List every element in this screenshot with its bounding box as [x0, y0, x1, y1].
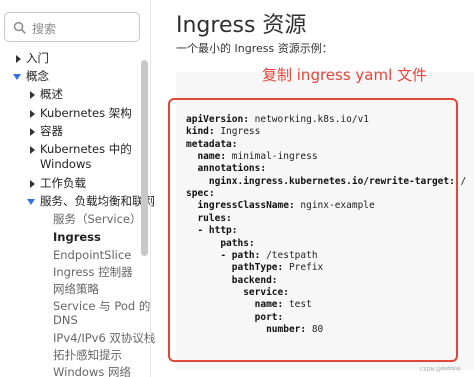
- code-line: nginx.ingress.kubernetes.io/rewrite-targ…: [186, 176, 466, 188]
- code-line: apiVersion: networking.k8s.io/v1: [186, 114, 369, 126]
- yaml-key: metadata:: [186, 138, 238, 150]
- yaml-value: Ingress: [214, 126, 261, 138]
- chevron-down-icon[interactable]: [27, 198, 35, 206]
- yaml-value: Prefix: [283, 262, 324, 274]
- yaml-value: /testpath: [260, 249, 318, 261]
- sidebar-item-dns-line2[interactable]: DNS: [53, 313, 78, 328]
- sidebar-item-containers[interactable]: 容器: [40, 124, 63, 139]
- yaml-key: paths:: [186, 237, 255, 249]
- code-line: name: minimal-ingress: [186, 151, 318, 163]
- sidebar-item-overview[interactable]: 概述: [40, 87, 63, 102]
- sidebar-item-service[interactable]: 服务（Service）: [53, 212, 142, 227]
- sidebar-item-ingress[interactable]: Ingress: [53, 230, 101, 245]
- code-line: backend:: [186, 275, 278, 287]
- yaml-value: minimal-ingress: [226, 151, 318, 163]
- yaml-key: annotations:: [186, 163, 267, 175]
- yaml-key: service:: [186, 286, 289, 298]
- sidebar-item-architecture[interactable]: Kubernetes 架构: [40, 106, 132, 121]
- page-subtitle: 一个最小的 Ingress 资源示例：: [176, 42, 333, 55]
- code-line: ingressClassName: nginx-example: [186, 200, 375, 212]
- code-line: kind: Ingress: [186, 126, 260, 138]
- yaml-key: port:: [186, 311, 284, 323]
- yaml-key: apiVersion:: [186, 114, 249, 125]
- yaml-key: - path:: [186, 249, 261, 261]
- sidebar-item-concepts[interactable]: 概念: [26, 69, 49, 84]
- yaml-key: number:: [186, 323, 307, 335]
- yaml-key: - http:: [186, 225, 238, 237]
- sidebar-item-windows[interactable]: Kubernetes 中的: [40, 142, 132, 157]
- yaml-key: name:: [186, 299, 284, 311]
- sidebar-item-ingress-controllers[interactable]: Ingress 控制器: [53, 265, 133, 280]
- sidebar-item-windows-line2[interactable]: Windows: [40, 157, 91, 172]
- yaml-value: /: [454, 175, 467, 187]
- sidebar-item-dual-stack[interactable]: IPv4/IPv6 双协议栈: [53, 331, 155, 346]
- sidebar-item-dns[interactable]: Service 与 Pod 的: [53, 299, 150, 314]
- yaml-key: rules:: [186, 212, 232, 224]
- sidebar-item-endpointslice[interactable]: EndpointSlice: [53, 248, 131, 263]
- code-line: name: test: [186, 299, 312, 311]
- yaml-key: backend:: [186, 274, 278, 286]
- sidebar-item-windows-networking[interactable]: Windows 网络: [53, 365, 131, 377]
- chevron-right-icon[interactable]: [28, 91, 36, 99]
- sidebar-item-getting-started[interactable]: 入门: [26, 51, 49, 66]
- code-line: spec:: [186, 188, 215, 200]
- search-placeholder: 搜索: [32, 22, 57, 36]
- chevron-right-icon[interactable]: [28, 180, 36, 188]
- code-line: annotations:: [186, 163, 266, 175]
- sidebar-item-topology-hints[interactable]: 拓扑感知提示: [53, 348, 122, 363]
- yaml-key: name:: [186, 151, 227, 163]
- search-icon: [13, 21, 26, 34]
- sidebar-item-network-policies[interactable]: 网络策略: [53, 282, 99, 297]
- code-line: metadata:: [186, 139, 237, 151]
- code-line: number: 80: [186, 324, 323, 336]
- code-line: paths:: [186, 237, 255, 250]
- sidebar-item-networking[interactable]: 服务、负载均衡和联网: [40, 194, 155, 209]
- divider: [150, 0, 151, 377]
- yaml-key: kind:: [186, 126, 215, 138]
- yaml-key: pathType:: [186, 262, 284, 274]
- yaml-value: 80: [306, 323, 324, 335]
- chevron-right-icon[interactable]: [28, 110, 36, 118]
- sidebar-scrollbar[interactable]: [141, 60, 148, 256]
- code-line: port:: [186, 311, 284, 324]
- sidebar-item-workloads[interactable]: 工作负载: [40, 176, 86, 191]
- page-title: Ingress 资源: [176, 13, 307, 38]
- annotation-label: 复制 ingress yaml 文件: [262, 66, 428, 84]
- chevron-right-icon[interactable]: [14, 55, 22, 63]
- search-input[interactable]: 搜索: [4, 12, 140, 42]
- code-line: - http:: [186, 225, 237, 237]
- chevron-right-icon[interactable]: [28, 146, 36, 154]
- yaml-value: networking.k8s.io/v1: [248, 114, 370, 125]
- yaml-key: nginx.ingress.kubernetes.io/rewrite-targ…: [186, 175, 455, 187]
- yaml-key: ingressClassName:: [186, 200, 295, 212]
- code-line: - path: /testpath: [186, 249, 318, 262]
- yaml-value: nginx-example: [294, 200, 375, 212]
- yaml-key: spec:: [186, 188, 215, 200]
- sidebar: 搜索 入门 概念 概述 Kubernetes 架构 容器 Kubernetes …: [0, 0, 155, 377]
- code-line: pathType: Prefix: [186, 262, 324, 274]
- chevron-right-icon[interactable]: [28, 128, 36, 136]
- yaml-value: test: [283, 299, 312, 311]
- watermark: CSDN @咋咋呼呼: [420, 367, 461, 373]
- chevron-down-icon[interactable]: [13, 73, 21, 81]
- code-line: rules:: [186, 212, 232, 225]
- code-line: service:: [186, 287, 289, 299]
